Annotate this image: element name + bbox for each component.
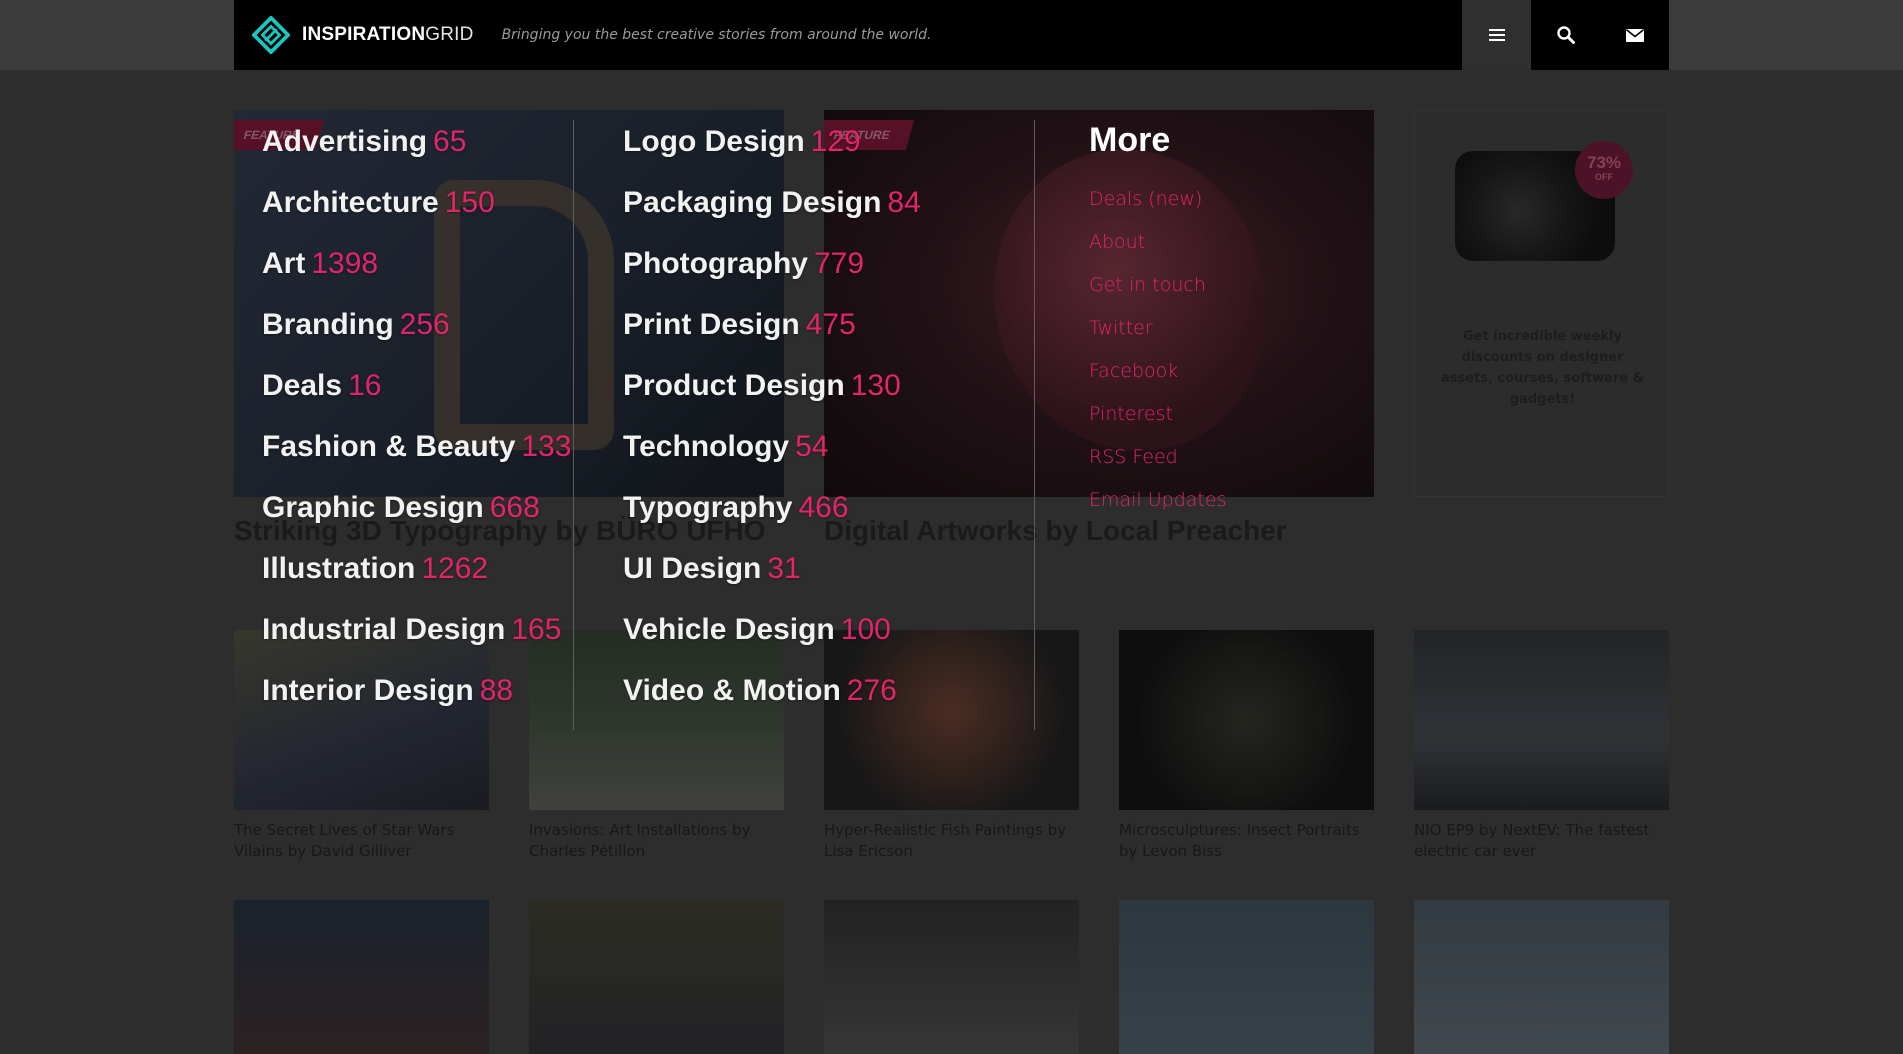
- category-count: 100: [840, 613, 891, 646]
- category-menu: Advertising 65 Architecture 150 Art 1398 Brand…: [234, 110, 1414, 730]
- search-icon: [1556, 26, 1575, 44]
- site-header: INSPIRATIONGRID Bringing you the best cr…: [234, 0, 1669, 70]
- category-print-design[interactable]: Print Design 475: [623, 303, 921, 364]
- more-column: More Deals (new) About Get in touch Twitter…: [1089, 120, 1226, 522]
- category-count: 150: [444, 186, 495, 219]
- category-label: Logo Design: [623, 125, 805, 158]
- category-label: Technology: [623, 430, 790, 463]
- category-count: 1398: [311, 247, 379, 280]
- category-technology[interactable]: Technology 54: [623, 425, 921, 486]
- more-link-pinterest[interactable]: Pinterest: [1089, 393, 1226, 436]
- category-product-design[interactable]: Product Design 130: [623, 364, 921, 425]
- menu-icon: [1488, 29, 1505, 41]
- category-count: 65: [433, 125, 467, 158]
- category-branding[interactable]: Branding 256: [262, 303, 571, 364]
- more-link-rss-feed[interactable]: RSS Feed: [1089, 436, 1226, 479]
- category-packaging-design[interactable]: Packaging Design 84: [623, 181, 921, 242]
- category-architecture[interactable]: Architecture 150: [262, 181, 571, 242]
- category-label: Graphic Design: [262, 491, 484, 524]
- category-count: 16: [348, 369, 382, 402]
- logo[interactable]: INSPIRATIONGRID: [252, 16, 474, 54]
- category-label: Typography: [623, 491, 793, 524]
- more-link-about[interactable]: About: [1089, 221, 1226, 264]
- category-industrial-design[interactable]: Industrial Design 165: [262, 608, 571, 669]
- category-ui-design[interactable]: UI Design 31: [623, 547, 921, 608]
- category-label: Architecture: [262, 186, 439, 219]
- logo-text-bold: INSPIRATION: [302, 24, 426, 45]
- page: FEATURE FEATURE 73% OFF Get incredible w…: [0, 0, 1903, 1054]
- category-label: Deals: [262, 369, 343, 402]
- header-actions: [1462, 0, 1669, 70]
- category-illustration[interactable]: Illustration 1262: [262, 547, 571, 608]
- category-label: Industrial Design: [262, 613, 506, 646]
- category-interior-design[interactable]: Interior Design 88: [262, 669, 571, 730]
- more-link-get-in-touch[interactable]: Get in touch: [1089, 264, 1226, 307]
- logo-text: INSPIRATIONGRID: [302, 24, 474, 46]
- category-count: 779: [814, 247, 865, 280]
- more-link-deals-new[interactable]: Deals (new): [1089, 178, 1226, 221]
- menu-divider-1: [573, 120, 574, 730]
- category-vehicle-design[interactable]: Vehicle Design 100: [623, 608, 921, 669]
- category-count: 475: [805, 308, 856, 341]
- category-advertising[interactable]: Advertising 65: [262, 120, 571, 181]
- logo-text-light: GRID: [425, 24, 474, 45]
- menu-button[interactable]: [1462, 0, 1531, 70]
- category-count: 133: [521, 430, 572, 463]
- category-label: Print Design: [623, 308, 800, 341]
- category-count: 84: [887, 186, 921, 219]
- mail-button[interactable]: [1600, 0, 1669, 70]
- category-label: UI Design: [623, 552, 762, 585]
- tagline: Bringing you the best creative stories f…: [501, 27, 932, 43]
- category-deals[interactable]: Deals 16: [262, 364, 571, 425]
- more-links: Deals (new) About Get in touch Twitter Faceb…: [1089, 178, 1226, 522]
- category-label: Illustration: [262, 552, 416, 585]
- more-link-twitter[interactable]: Twitter: [1089, 307, 1226, 350]
- category-logo-design[interactable]: Logo Design 129: [623, 120, 921, 181]
- category-column-2: Logo Design 129 Packaging Design 84 Photogra…: [623, 120, 921, 730]
- menu-divider-2: [1034, 120, 1035, 730]
- category-column-1: Advertising 65 Architecture 150 Art 1398 Brand…: [262, 120, 571, 730]
- category-count: 129: [810, 125, 861, 158]
- category-label: Advertising: [262, 125, 428, 158]
- category-count: 130: [850, 369, 901, 402]
- category-label: Interior Design: [262, 674, 474, 707]
- category-count: 256: [399, 308, 450, 341]
- category-label: Vehicle Design: [623, 613, 835, 646]
- category-label: Art: [262, 247, 306, 280]
- category-label: Packaging Design: [623, 186, 882, 219]
- category-typography[interactable]: Typography 466: [623, 486, 921, 547]
- mail-icon: [1625, 28, 1644, 42]
- category-photography[interactable]: Photography 779: [623, 242, 921, 303]
- category-count: 1262: [421, 552, 489, 585]
- category-count: 165: [511, 613, 562, 646]
- category-fashion-and-beauty[interactable]: Fashion & Beauty 133: [262, 425, 571, 486]
- category-label: Branding: [262, 308, 394, 341]
- more-link-facebook[interactable]: Facebook: [1089, 350, 1226, 393]
- category-count: 668: [489, 491, 540, 524]
- category-label: Fashion & Beauty: [262, 430, 516, 463]
- search-button[interactable]: [1531, 0, 1600, 70]
- category-count: 54: [795, 430, 829, 463]
- category-label: Product Design: [623, 369, 845, 402]
- category-label: Video & Motion: [623, 674, 841, 707]
- category-count: 31: [767, 552, 801, 585]
- category-count: 466: [798, 491, 849, 524]
- category-graphic-design[interactable]: Graphic Design 668: [262, 486, 571, 547]
- category-art[interactable]: Art 1398: [262, 242, 571, 303]
- category-count: 88: [479, 674, 514, 707]
- category-count: 276: [846, 674, 897, 707]
- category-video-and-motion[interactable]: Video & Motion 276: [623, 669, 921, 730]
- logo-icon: [252, 16, 290, 54]
- category-label: Photography: [623, 247, 808, 280]
- more-title: More: [1089, 121, 1171, 159]
- more-link-email-updates[interactable]: Email Updates: [1089, 479, 1226, 522]
